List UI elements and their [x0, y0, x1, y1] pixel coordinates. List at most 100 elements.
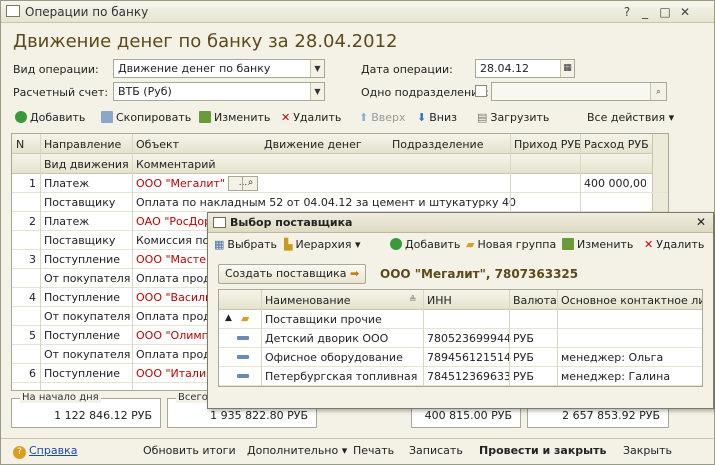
col-object[interactable]: Объект [136, 138, 179, 151]
create-supplier-button[interactable]: Создать поставщика ➡ [218, 264, 367, 284]
refresh-totals-button[interactable]: Обновить итоги [143, 444, 236, 457]
start-balance-value: 1 122 846.12 РУБ [54, 409, 152, 422]
table-row[interactable]: 1 Платеж ООО "Мегалит" 400 000,00 [12, 174, 668, 193]
col-move-type[interactable]: Вид движения [44, 158, 129, 171]
dialog-window-icon [213, 217, 226, 228]
save-button[interactable]: Записать [409, 444, 463, 457]
search-icon[interactable]: ⌕ [242, 176, 258, 191]
supplier-name: Детский дворик ООО [265, 332, 389, 345]
print-button[interactable]: Печать [353, 444, 394, 457]
row-move-type: Поставщику [44, 196, 116, 209]
group-row[interactable]: ▲ ▰ Поставщики прочие [219, 310, 702, 329]
minimize-icon[interactable]: _ [637, 4, 653, 20]
arrow-down-icon: ⬇ [417, 111, 427, 124]
row-number: 3 [29, 253, 36, 266]
dept-checkbox[interactable] [475, 85, 487, 97]
chevron-down-icon[interactable]: ▼ [310, 83, 324, 100]
close-icon[interactable]: ✕ [696, 215, 706, 229]
grid-toolbar: Добавить Скопировать Изменить ✕ Удалить ⬆… [11, 109, 674, 129]
down-label: Вниз [429, 111, 457, 124]
col-inn[interactable]: ИНН [427, 294, 452, 307]
delete-label: Удалить [293, 111, 342, 124]
table-row-detail[interactable]: Поставщику Оплата по накладным 52 от 04.0… [12, 193, 668, 212]
item-icon [237, 351, 249, 364]
help-icon: ? [13, 446, 26, 459]
up-button[interactable]: ⬆ Вверх [359, 111, 406, 124]
account-select[interactable]: ВТБ (Руб) ▼ [113, 82, 325, 101]
income-total-value: 400 815.00 РУБ [424, 409, 512, 422]
delete-button[interactable]: ✕ Удалить [281, 111, 341, 124]
dialog-edit-button[interactable]: Изменить [562, 238, 633, 251]
supplier-contact: менеджер: Ольга [561, 351, 664, 364]
pencil-icon [562, 238, 574, 250]
help-button[interactable]: ? Справка [13, 444, 77, 459]
date-value: 28.04.12 [480, 62, 529, 75]
help-icon[interactable]: ? [619, 4, 635, 20]
supplier-table: Наименование ≜ ИНН Валюта Основное конта… [218, 289, 703, 387]
supplier-name: Петербургская топливная с... [265, 370, 419, 383]
all-actions-label: Все действия [587, 111, 666, 124]
add-button[interactable]: Добавить [15, 111, 85, 124]
row-move-type: Поставщику [44, 234, 116, 247]
add-label: Добавить [30, 111, 86, 124]
row-number: 1 [29, 177, 36, 190]
col-n[interactable]: N [16, 138, 24, 151]
row-move-type: От покупателя [44, 348, 131, 361]
row-comment: Оплата по накладным 52 от 04.04.12 за це… [136, 196, 516, 209]
date-label: Дата операции: [361, 63, 453, 76]
dialog-title-bar: Выбор поставщика ✕ [208, 213, 713, 233]
supplier-row[interactable]: Детский дворик ООО 780523699944 РУБ [219, 329, 702, 348]
col-movement[interactable]: Движение денег [264, 138, 362, 151]
row-direction: Поступление [44, 367, 121, 380]
op-type-label: Вид операции: [13, 63, 99, 76]
op-type-select[interactable]: Движение денег по банку ▼ [113, 59, 325, 78]
select-button[interactable]: ▦ Выбрать [214, 238, 277, 251]
col-direction[interactable]: Направление [44, 138, 121, 151]
search-icon[interactable]: ⌕ [650, 83, 666, 100]
dept-input[interactable]: ⌕ [491, 82, 667, 101]
col-expense[interactable]: Расход РУБ [584, 138, 649, 151]
restore-icon[interactable]: □ [657, 4, 673, 20]
supplier-inn: 789456121514 [427, 351, 511, 364]
close-button[interactable]: Закрыть [623, 444, 672, 457]
item-icon [237, 332, 249, 345]
close-icon[interactable]: ✕ [677, 4, 693, 20]
chevron-down-icon[interactable]: ▼ [310, 60, 324, 77]
total-value: 1 935 822.80 РУБ [210, 409, 308, 422]
supplier-row[interactable]: Офисное оборудование 789456121514 РУБ менед… [219, 348, 702, 367]
add-icon [15, 111, 27, 123]
col-comment[interactable]: Комментарий [136, 158, 216, 171]
table-header: N Направление Объект Движение денег Подр… [12, 134, 668, 154]
col-name[interactable]: Наименование [265, 294, 350, 307]
folder-icon: ▰ [241, 312, 250, 325]
more-button[interactable]: Дополнительно ▾ [247, 444, 347, 457]
select-label: Выбрать [227, 238, 278, 251]
hierarchy-icon: ▙ [284, 238, 293, 251]
col-dept[interactable]: Подразделение [392, 138, 483, 151]
start-balance-box: На начало дня 1 122 846.12 РУБ [11, 392, 161, 428]
calendar-icon[interactable]: ▦ [560, 60, 574, 77]
supplier-row[interactable]: Петербургская топливная с... 784512369633… [219, 367, 702, 386]
window-title: Операции по банку [25, 5, 149, 19]
row-move-type: От покупателя [44, 272, 131, 285]
edit-button[interactable]: Изменить [199, 111, 270, 124]
load-button[interactable]: ▤ Загрузить [477, 111, 549, 124]
col-contact[interactable]: Основное контактное лицо [561, 294, 702, 307]
col-currency[interactable]: Валюта [513, 294, 557, 307]
copy-icon [101, 111, 113, 123]
date-input[interactable]: 28.04.12 ▦ [475, 59, 575, 78]
arrow-up-icon: ⬆ [359, 111, 369, 124]
copy-button[interactable]: Скопировать [101, 111, 191, 124]
dialog-add-button[interactable]: Добавить [390, 238, 460, 251]
hierarchy-button[interactable]: ▙ Иерархия ▾ [284, 238, 360, 251]
arrow-right-icon: ➡ [350, 267, 360, 280]
post-close-button[interactable]: Провести и закрыть [479, 444, 606, 457]
new-group-button[interactable]: ▰ Новая группа [466, 238, 556, 251]
down-button[interactable]: ⬇ Вниз [417, 111, 457, 124]
all-actions-button[interactable]: Все действия ▾ [587, 111, 674, 124]
group-label: Поставщики прочие [265, 313, 382, 326]
op-type-value: Движение денег по банку [118, 62, 271, 75]
title-bar: Операции по банку ? _ □ ✕ [1, 1, 714, 23]
dialog-delete-button[interactable]: ✕ Удалить [644, 238, 704, 251]
col-income[interactable]: Приход РУБ [514, 138, 582, 151]
